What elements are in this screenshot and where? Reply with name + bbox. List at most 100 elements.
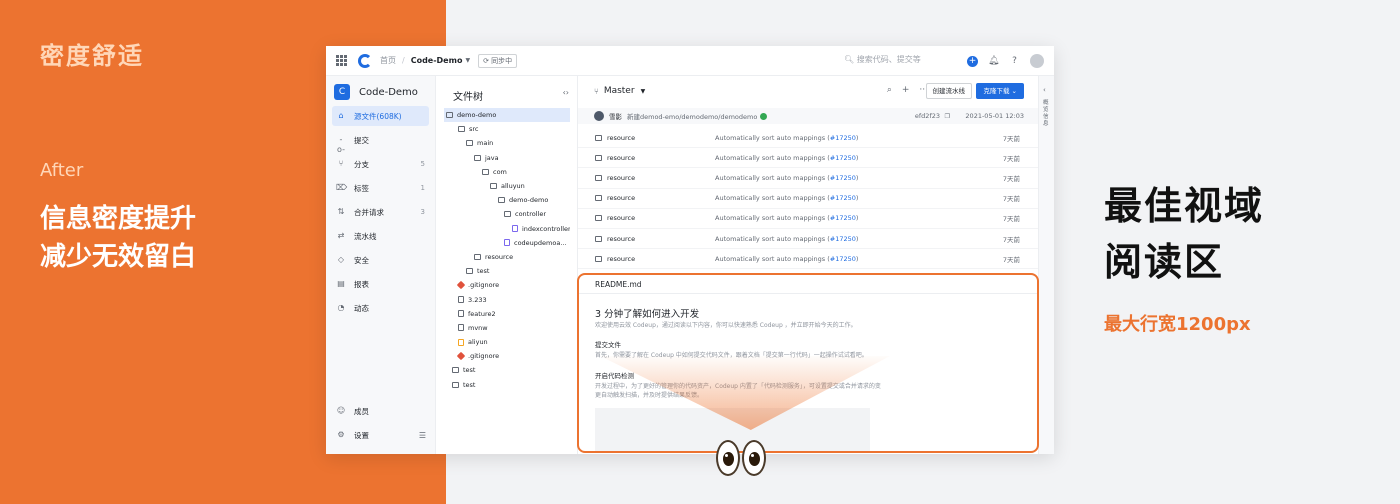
tree-item[interactable]: test bbox=[444, 264, 570, 278]
commit-text: Automatically sort auto mappings ( bbox=[715, 133, 830, 142]
app-grid-icon[interactable] bbox=[336, 54, 348, 67]
table-row[interactable]: resource Automatically sort auto mappings… bbox=[578, 249, 1038, 270]
folder-icon bbox=[458, 126, 465, 133]
right-info-rail[interactable]: ‹ 概览信息 bbox=[1038, 76, 1054, 454]
commit-link[interactable]: #17250 bbox=[830, 174, 856, 182]
avatar[interactable] bbox=[1030, 54, 1044, 68]
file-time: 7天前 bbox=[1002, 195, 1020, 204]
commit-text-suffix: ) bbox=[855, 194, 859, 203]
sidebar-item-activity[interactable]: ◔ 动态 bbox=[332, 298, 429, 318]
file-name[interactable]: resource bbox=[607, 214, 635, 222]
commit-author[interactable]: 雪影 bbox=[609, 111, 622, 121]
tree-item[interactable]: resource bbox=[444, 250, 570, 264]
tree-item[interactable]: demo-demo bbox=[444, 108, 570, 123]
table-row[interactable]: resource Automatically sort auto mappings… bbox=[578, 209, 1038, 229]
chevron-down-icon[interactable]: ▼ bbox=[641, 88, 646, 95]
git-icon bbox=[456, 352, 466, 361]
rail-label: 概览信息 bbox=[1043, 100, 1049, 127]
chevron-down-icon[interactable]: ▼ bbox=[465, 57, 470, 64]
sidebar-item-reports[interactable]: ▤ 报表 bbox=[332, 274, 429, 294]
commit-link[interactable]: #17250 bbox=[830, 194, 856, 202]
tree-item[interactable]: alluyun bbox=[444, 179, 570, 193]
commit-link[interactable]: #17250 bbox=[830, 134, 856, 142]
commit-message[interactable]: 新建demod-emo/demodemo/demodemo bbox=[627, 111, 757, 121]
folder-icon bbox=[595, 195, 602, 202]
tree-item[interactable]: aliyun bbox=[444, 335, 570, 349]
tree-item-label: com bbox=[493, 167, 507, 176]
sidebar-item-commits[interactable]: -o- 提交 bbox=[332, 130, 429, 154]
clone-download-button[interactable]: 克隆下载 ⌄ bbox=[976, 83, 1024, 99]
tree-item[interactable]: demo-demo bbox=[444, 193, 570, 207]
file-name[interactable]: resource bbox=[607, 235, 635, 243]
collapse-sidebar-icon[interactable]: ☰ bbox=[419, 431, 426, 440]
branch-selector[interactable]: Master bbox=[604, 86, 635, 96]
file-name[interactable]: resource bbox=[607, 134, 635, 142]
tree-item[interactable]: 3.233 bbox=[444, 292, 570, 306]
chevron-down-icon: ⌄ bbox=[1011, 87, 1017, 95]
sidebar-item-pipeline[interactable]: ⇄ 流水线 bbox=[332, 226, 429, 246]
clone-button-label: 克隆下载 bbox=[983, 87, 1010, 95]
table-row[interactable]: resource Automatically sort auto mappings… bbox=[578, 168, 1038, 189]
table-row[interactable]: resource Automatically sort auto mappings… bbox=[578, 148, 1038, 169]
sidebar-item-settings[interactable]: ⚙ 设置 ☰ bbox=[332, 425, 430, 445]
folder-icon bbox=[466, 140, 473, 147]
sidebar-item-label: 分支 bbox=[354, 159, 369, 169]
chevron-left-icon[interactable]: ‹ bbox=[1043, 86, 1046, 94]
collapse-tree-icon[interactable]: ‹› bbox=[563, 88, 569, 97]
sidebar-item-merge-requests[interactable]: ⇅ 合并请求 3 bbox=[332, 202, 429, 222]
commit-text-suffix: ) bbox=[855, 133, 859, 142]
tree-item[interactable]: test bbox=[444, 363, 570, 377]
commit-link[interactable]: #17250 bbox=[830, 255, 856, 263]
sidebar-item-branches[interactable]: ⑂ 分支 5 bbox=[332, 154, 429, 174]
file-name[interactable]: resource bbox=[607, 174, 635, 182]
sidebar-item-label: 流水线 bbox=[354, 231, 377, 241]
plus-icon[interactable]: + bbox=[967, 55, 978, 67]
tree-item[interactable]: mvnw bbox=[444, 321, 570, 335]
help-icon[interactable]: ? bbox=[1009, 56, 1020, 67]
plus-icon[interactable]: + bbox=[902, 85, 910, 95]
bell-icon[interactable]: 🔔︎ bbox=[988, 56, 999, 67]
file-name[interactable]: resource bbox=[607, 154, 635, 162]
breadcrumb-home[interactable]: 首页 bbox=[380, 55, 396, 66]
tree-item[interactable]: feature2 bbox=[444, 307, 570, 321]
commit-link[interactable]: #17250 bbox=[830, 235, 856, 243]
search-icon[interactable]: ⌕ bbox=[887, 85, 892, 95]
table-row[interactable]: resource Automatically sort auto mappings… bbox=[578, 229, 1038, 250]
sidebar-item-label: 报表 bbox=[354, 279, 369, 289]
commit-text: Automatically sort auto mappings ( bbox=[715, 173, 830, 182]
file-name[interactable]: resource bbox=[607, 194, 635, 202]
sidebar-item-source[interactable]: ⌂ 源文件(608K) bbox=[332, 106, 429, 126]
tree-item[interactable]: .gitignore bbox=[444, 278, 570, 292]
sidebar-item-security[interactable]: ◇ 安全 bbox=[332, 250, 429, 270]
copy-icon[interactable]: ❐ bbox=[945, 113, 950, 120]
sidebar-item-tags[interactable]: ⌦ 标签 1 bbox=[332, 178, 429, 198]
tree-item-label: .gitignore bbox=[468, 352, 500, 361]
eye-right bbox=[742, 440, 766, 476]
tree-item[interactable]: java bbox=[444, 151, 570, 165]
table-row[interactable]: resource Automatically sort auto mappings… bbox=[578, 128, 1038, 149]
tree-item-label: codeupdemoa... bbox=[514, 238, 567, 247]
create-pipeline-button[interactable]: 创建流水线 bbox=[925, 83, 972, 99]
sidebar-item-members[interactable]: ☺ 成员 bbox=[332, 401, 430, 421]
reading-area-highlight bbox=[577, 273, 1039, 453]
file-name[interactable]: resource bbox=[607, 255, 635, 263]
tree-item[interactable]: com bbox=[444, 165, 570, 179]
sidebar-repo-header[interactable]: C Code-Demo bbox=[334, 84, 435, 100]
tree-item[interactable]: indexcontroller bbox=[444, 222, 570, 236]
codeup-logo-icon[interactable] bbox=[358, 53, 372, 68]
commit-hash[interactable]: efd2f23 bbox=[915, 112, 940, 120]
breadcrumb-repo[interactable]: Code-Demo bbox=[411, 56, 463, 65]
commit-link[interactable]: #17250 bbox=[830, 154, 856, 162]
tree-item[interactable]: test bbox=[444, 378, 570, 392]
commit-link[interactable]: #17250 bbox=[830, 214, 856, 222]
tree-item[interactable]: src bbox=[444, 122, 570, 136]
search-input[interactable]: 🔍︎ 搜索代码、提交等 bbox=[844, 54, 921, 65]
headline-line-1: 信息密度提升 bbox=[40, 204, 197, 234]
table-row[interactable]: resource Automatically sort auto mappings… bbox=[578, 189, 1038, 209]
tree-item[interactable]: .gitignore bbox=[444, 349, 570, 363]
folder-icon bbox=[595, 215, 602, 222]
pipeline-icon: ⇄ bbox=[337, 231, 345, 240]
tree-item[interactable]: main bbox=[444, 136, 570, 150]
tree-item[interactable]: codeupdemoa... bbox=[444, 236, 570, 250]
tree-item[interactable]: controller bbox=[444, 207, 570, 221]
